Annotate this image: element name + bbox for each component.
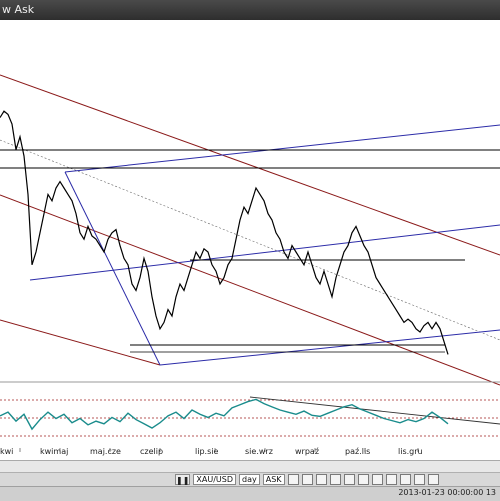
oscillator-line bbox=[0, 398, 449, 431]
text-icon[interactable] bbox=[385, 474, 397, 485]
timeframe-select[interactable]: day bbox=[239, 474, 260, 485]
channel-dotted-mid bbox=[0, 139, 500, 341]
month-tick-label: kwi bbox=[0, 447, 13, 456]
chart-toolbar: ❚❚ XAU/USD day ASK bbox=[0, 472, 500, 486]
month-tick-label: kwimaj bbox=[40, 447, 68, 456]
channel-red-bottom bbox=[0, 319, 161, 366]
window-title: w Ask bbox=[2, 3, 35, 16]
month-tick-label: paź.lis bbox=[345, 447, 370, 456]
settings-icon[interactable] bbox=[399, 474, 411, 485]
month-tick-label: czelip bbox=[140, 447, 163, 456]
chart-svg[interactable]: kwi kwimaj maj.cze czelip lip.sie sie.wrz wrpa… bbox=[0, 20, 500, 460]
grid-icon[interactable] bbox=[301, 474, 313, 485]
status-timestamp: 2013-01-23 00:00:00 13 bbox=[398, 488, 496, 497]
bars-icon[interactable] bbox=[329, 474, 341, 485]
candles-icon[interactable] bbox=[343, 474, 355, 485]
chart-area[interactable]: kwi kwimaj maj.cze czelip lip.sie sie.wrz wrpa… bbox=[0, 20, 500, 460]
month-tick-label: lis.gru bbox=[398, 447, 423, 456]
channel-blue-top bbox=[64, 124, 500, 173]
minus-icon[interactable] bbox=[427, 474, 439, 485]
month-tick-label: wrpaź bbox=[295, 447, 319, 456]
chart-icon[interactable] bbox=[287, 474, 299, 485]
side-select[interactable]: ASK bbox=[262, 474, 285, 485]
month-tick-label: sie.wrz bbox=[245, 447, 273, 456]
channel-blue-bottom bbox=[159, 329, 500, 366]
symbol-select[interactable]: XAU/USD bbox=[193, 474, 237, 485]
price-line bbox=[0, 110, 449, 355]
status-bar: 2013-01-23 00:00:00 13 bbox=[0, 486, 500, 501]
osc-trendline bbox=[249, 396, 500, 425]
crosshair-icon[interactable] bbox=[371, 474, 383, 485]
window-titlebar: w Ask bbox=[0, 0, 500, 21]
zoom-icon[interactable] bbox=[315, 474, 327, 485]
pause-button[interactable]: ❚❚ bbox=[175, 474, 191, 485]
line-icon[interactable] bbox=[357, 474, 369, 485]
channel-red-upper bbox=[0, 74, 500, 256]
channel-red-lower bbox=[0, 194, 500, 386]
plus-icon[interactable] bbox=[413, 474, 425, 485]
trend-blue-diagonal bbox=[64, 171, 161, 366]
month-tick-label: maj.cze bbox=[90, 447, 121, 456]
